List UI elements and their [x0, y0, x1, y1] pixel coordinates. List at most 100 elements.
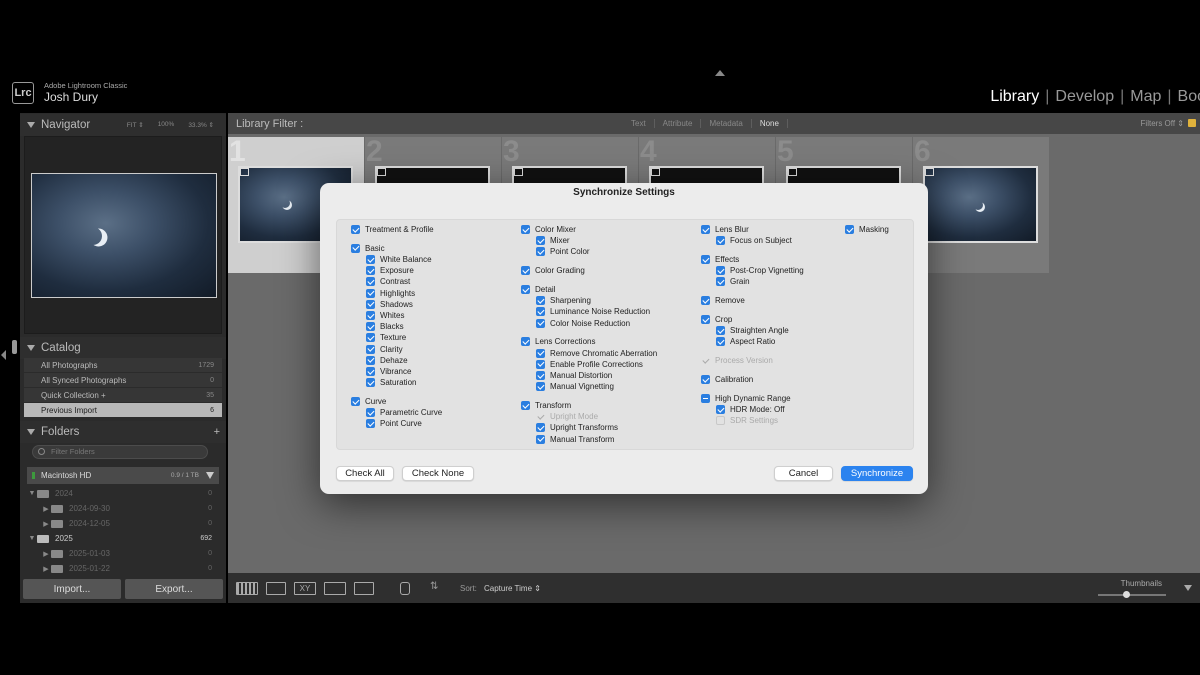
- checkbox-focus-on-subject[interactable]: [716, 236, 725, 246]
- grid-cell[interactable]: 6: [913, 137, 1050, 273]
- option-remove[interactable]: Remove: [701, 295, 745, 306]
- option-vibrance[interactable]: Vibrance: [366, 366, 411, 377]
- catalog-item-previous-import[interactable]: Previous Import 6: [24, 403, 222, 418]
- filter-attribute[interactable]: Attribute: [655, 119, 702, 128]
- module-book[interactable]: Boo: [1172, 88, 1200, 105]
- checkbox-crop[interactable]: [701, 315, 710, 324]
- folder-row[interactable]: ▼ 2024 0: [27, 486, 219, 501]
- compare-view-icon[interactable]: XY: [294, 582, 316, 595]
- checkbox-parametric-curve[interactable]: [366, 408, 375, 418]
- checkbox-texture[interactable]: [366, 333, 375, 343]
- check-none-button[interactable]: Check None: [402, 466, 474, 481]
- folders-header[interactable]: Folders +: [20, 421, 226, 443]
- checkbox-saturation[interactable]: [366, 378, 375, 388]
- checkbox-curve[interactable]: [351, 397, 360, 406]
- checkbox-luminance-noise-reduction[interactable]: [536, 307, 545, 317]
- navigator-header[interactable]: Navigator FIT ⇕ 100% 33.3% ⇕: [20, 114, 226, 136]
- checkbox-transform[interactable]: [521, 401, 530, 410]
- checkbox-manual-transform[interactable]: [536, 434, 545, 444]
- checkbox-detail[interactable]: [521, 285, 530, 294]
- loupe-view-icon[interactable]: [266, 582, 286, 595]
- zoom-100[interactable]: 100%: [158, 121, 175, 129]
- survey-view-icon[interactable]: [324, 582, 346, 595]
- add-folder-plus-icon[interactable]: +: [214, 426, 220, 438]
- left-panel-handle[interactable]: [12, 340, 17, 354]
- catalog-item-all-photographs[interactable]: All Photographs 1729: [24, 358, 222, 373]
- module-map[interactable]: Map: [1124, 88, 1167, 105]
- checkbox-remove[interactable]: [701, 296, 710, 306]
- option-enable-profile-corrections[interactable]: Enable Profile Corrections: [536, 359, 643, 370]
- option-color-mixer[interactable]: Color Mixer: [521, 224, 576, 235]
- collapse-triangle-icon[interactable]: [27, 122, 35, 128]
- option-masking[interactable]: Masking: [845, 224, 889, 235]
- checkbox-shadows[interactable]: [366, 299, 375, 309]
- filter-presets-dropdown[interactable]: Filters Off ⇕: [1141, 119, 1184, 128]
- option-clarity[interactable]: Clarity: [366, 344, 403, 355]
- option-hdr-mode-off[interactable]: HDR Mode: Off: [716, 404, 785, 415]
- grid-view-icon[interactable]: [236, 582, 258, 595]
- option-dehaze[interactable]: Dehaze: [366, 355, 408, 366]
- checkbox-post-crop-vignetting[interactable]: [716, 266, 725, 276]
- checkbox-straighten-angle[interactable]: [716, 326, 725, 336]
- check-all-button[interactable]: Check All: [336, 466, 394, 481]
- catalog-item-quick-collection[interactable]: Quick Collection + 35: [24, 388, 222, 403]
- folder-row[interactable]: ▶ 2025-01-03 0: [27, 546, 219, 561]
- synchronize-button[interactable]: Synchronize: [841, 466, 913, 481]
- filter-metadata[interactable]: Metadata: [701, 119, 752, 128]
- navigator-image[interactable]: [31, 173, 217, 298]
- option-basic[interactable]: Basic: [351, 243, 385, 254]
- option-focus-on-subject[interactable]: Focus on Subject: [716, 235, 792, 246]
- navigator-preview[interactable]: [24, 136, 222, 334]
- option-straighten-angle[interactable]: Straighten Angle: [716, 325, 789, 336]
- option-whites[interactable]: Whites: [366, 310, 404, 321]
- checkbox-grain[interactable]: [716, 277, 725, 287]
- collapse-triangle-icon[interactable]: [27, 429, 35, 435]
- checkbox-masking[interactable]: [845, 225, 854, 234]
- option-highlights[interactable]: Highlights: [366, 288, 415, 299]
- option-calibration[interactable]: Calibration: [701, 374, 753, 385]
- filter-text[interactable]: Text: [623, 119, 655, 128]
- option-sharpening[interactable]: Sharpening: [536, 295, 591, 306]
- checkbox-whites[interactable]: [366, 311, 375, 320]
- module-develop[interactable]: Develop: [1049, 88, 1120, 105]
- option-exposure[interactable]: Exposure: [366, 265, 414, 276]
- option-lens-corrections[interactable]: Lens Corrections: [521, 336, 595, 347]
- checkbox-white-balance[interactable]: [366, 255, 375, 264]
- option-grain[interactable]: Grain: [716, 276, 750, 287]
- option-saturation[interactable]: Saturation: [366, 377, 416, 388]
- checkbox-point-curve[interactable]: [366, 419, 375, 429]
- checkbox-blacks[interactable]: [366, 322, 375, 332]
- checkbox-upright-transforms[interactable]: [536, 423, 545, 433]
- thumbnail-size-slider-knob[interactable]: [1123, 591, 1130, 598]
- option-manual-distortion[interactable]: Manual Distortion: [536, 370, 612, 381]
- folder-expand-icon[interactable]: ▼: [27, 490, 37, 497]
- option-curve[interactable]: Curve: [351, 396, 386, 407]
- checkbox-lens-corrections[interactable]: [521, 337, 530, 347]
- option-white-balance[interactable]: White Balance: [366, 254, 432, 265]
- folder-expand-icon[interactable]: ▼: [27, 535, 37, 542]
- checkbox-highlights[interactable]: [366, 288, 375, 298]
- checkbox-mixer[interactable]: [536, 236, 545, 246]
- zoom-custom[interactable]: 33.3% ⇕: [188, 121, 214, 129]
- folder-expand-icon[interactable]: ▶: [41, 550, 51, 558]
- checkbox-enable-profile-corrections[interactable]: [536, 359, 545, 369]
- checkbox-vibrance[interactable]: [366, 367, 375, 376]
- checkbox-color-mixer[interactable]: [521, 225, 530, 234]
- folder-row[interactable]: ▶ 2024-09-30 0: [27, 501, 219, 516]
- checkbox-calibration[interactable]: [701, 375, 710, 384]
- checkbox-sharpening[interactable]: [536, 296, 545, 306]
- option-remove-chromatic-aberration[interactable]: Remove Chromatic Aberration: [536, 348, 657, 359]
- option-effects[interactable]: Effects: [701, 254, 739, 265]
- option-mixer[interactable]: Mixer: [536, 235, 570, 246]
- people-view-icon[interactable]: [354, 582, 374, 595]
- top-panel-toggle-icon[interactable]: [715, 70, 725, 76]
- option-shadows[interactable]: Shadows: [366, 299, 413, 310]
- option-manual-vignetting[interactable]: Manual Vignetting: [536, 381, 614, 392]
- collapse-triangle-icon[interactable]: [27, 345, 35, 351]
- option-crop[interactable]: Crop: [701, 314, 732, 325]
- option-treatment-profile[interactable]: Treatment & Profile: [351, 224, 434, 235]
- checkbox-contrast[interactable]: [366, 277, 375, 287]
- folder-expand-icon[interactable]: ▶: [41, 565, 51, 573]
- folder-expand-icon[interactable]: ▶: [41, 520, 51, 528]
- left-panel-toggle-icon[interactable]: [0, 350, 8, 362]
